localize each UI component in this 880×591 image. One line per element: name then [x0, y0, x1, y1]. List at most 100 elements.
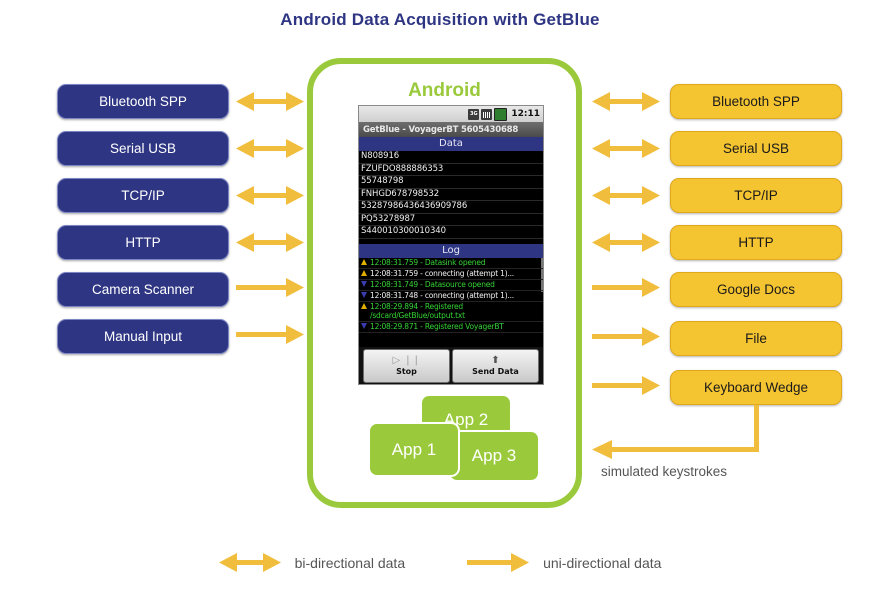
arrow-bi-directional-icon — [236, 92, 304, 111]
arrow-bi-directional-icon — [218, 553, 281, 572]
node-label: HTTP — [738, 235, 774, 250]
arrow-uni-directional-icon — [467, 553, 530, 572]
app-box-3[interactable]: App 3 — [448, 430, 540, 482]
left-node-manual-input[interactable]: Manual Input — [57, 319, 229, 354]
node-label: File — [745, 331, 767, 346]
arrow-bi-directional-icon — [236, 233, 304, 252]
upload-icon: ⬆ — [491, 354, 500, 366]
log-text: 12:08:31.759 - Datasink opened — [370, 257, 486, 267]
log-row: 12:08:29.871 - Registered VoyagerBT — [359, 322, 543, 333]
signal-icon — [481, 108, 493, 120]
data-row: S440010300010340 — [359, 226, 543, 239]
log-list[interactable]: 12:08:31.759 - Datasink opened 12:08:31.… — [359, 257, 543, 333]
arrow-bi-directional-icon — [592, 139, 660, 158]
arrow-uni-directional-icon — [592, 376, 660, 395]
button-label: Stop — [396, 366, 417, 376]
node-label: Keyboard Wedge — [703, 380, 809, 395]
android-status-bar: 3G 12:11 — [359, 106, 543, 122]
arrow-uni-directional-icon — [592, 327, 660, 346]
log-marker-down-icon — [361, 281, 367, 287]
right-node-google-docs[interactable]: Google Docs — [670, 272, 842, 307]
log-text: 12:08:31.759 - connecting (attempt 1)... — [370, 268, 514, 278]
android-device-panel: Android 3G 12:11 GetBlue - VoyagerBT 560… — [307, 58, 582, 508]
simulated-keystrokes-label: simulated keystrokes — [601, 464, 728, 479]
node-label: Google Docs — [716, 282, 796, 297]
log-marker-down-icon — [361, 292, 367, 298]
legend: bi-directional data uni-directional data — [0, 552, 880, 574]
data-list[interactable]: N808916 FZUFDO888886353 55748798 FNHGD67… — [359, 151, 543, 239]
right-node-file[interactable]: File — [670, 321, 842, 356]
node-label: Serial USB — [722, 141, 790, 156]
data-section-header: Data — [359, 137, 543, 151]
data-row: 55748798 — [359, 176, 543, 189]
node-label: Bluetooth SPP — [99, 94, 187, 109]
data-row: PQ53278987 — [359, 214, 543, 226]
status-bar-time: 12:11 — [511, 109, 540, 119]
android-panel-title: Android — [408, 80, 481, 101]
log-row: 12:08:31.749 - Datasource opened — [359, 280, 543, 291]
log-text: 12:08:29.871 - Registered VoyagerBT — [370, 321, 504, 331]
phone-button-bar: ▷ ❘❘ Stop ⬆ Send Data — [359, 347, 543, 384]
legend-item-bi-directional: bi-directional data — [218, 552, 406, 574]
log-row: 12:08:31.759 - connecting (attempt 1)... — [359, 269, 543, 280]
app-label: App 1 — [391, 439, 437, 459]
node-label: Camera Scanner — [91, 282, 195, 297]
log-section-header: Log — [359, 243, 543, 258]
right-arrows-group — [592, 92, 660, 395]
phone-screenshot: 3G 12:11 GetBlue - VoyagerBT 5605430688 … — [358, 105, 544, 385]
left-node-camera-scanner[interactable]: Camera Scanner — [57, 272, 229, 307]
node-label: TCP/IP — [121, 188, 165, 203]
right-node-serial-usb[interactable]: Serial USB — [670, 131, 842, 166]
stop-button[interactable]: ▷ ❘❘ Stop — [363, 348, 450, 383]
right-node-bluetooth-spp[interactable]: Bluetooth SPP — [670, 84, 842, 119]
play-pause-icon: ▷ ❘❘ — [392, 354, 421, 366]
right-node-tcp-ip[interactable]: TCP/IP — [670, 178, 842, 213]
arrow-uni-directional-icon — [592, 278, 660, 297]
data-row: FZUFDO888886353 — [359, 164, 543, 176]
node-label: Bluetooth SPP — [712, 94, 800, 109]
left-node-http[interactable]: HTTP — [57, 225, 229, 260]
data-row: FNHGD678798532 — [359, 189, 543, 201]
legend-item-uni-directional: uni-directional data — [467, 552, 661, 574]
log-marker-up-icon — [361, 270, 367, 276]
node-label: Serial USB — [109, 141, 177, 156]
log-marker-up-icon — [361, 303, 367, 309]
left-node-tcp-ip[interactable]: TCP/IP — [57, 178, 229, 213]
3g-icon: 3G — [468, 108, 480, 120]
app-stack: App 2 App 3 App 1 — [368, 394, 543, 489]
page-title: Android Data Acquisition with GetBlue — [280, 10, 600, 29]
right-node-keyboard-wedge[interactable]: Keyboard Wedge — [670, 370, 842, 405]
log-row: 12:08:31.748 - connecting (attempt 1)... — [359, 291, 543, 302]
app-label: App 3 — [471, 446, 517, 465]
log-text: 12:08:31.748 - connecting (attempt 1)... — [370, 290, 514, 300]
legend-label: uni-directional data — [543, 555, 662, 571]
log-text: 12:08:29.894 - Registered /sdcard/GetBlu… — [370, 301, 465, 321]
left-node-bluetooth-spp[interactable]: Bluetooth SPP — [57, 84, 229, 119]
arrow-uni-directional-icon — [236, 278, 304, 297]
app-box-1[interactable]: App 1 — [368, 422, 460, 477]
node-label: HTTP — [125, 235, 161, 250]
log-row: 12:08:31.759 - Datasink opened — [359, 258, 543, 269]
arrow-bi-directional-icon — [592, 233, 660, 252]
left-node-serial-usb[interactable]: Serial USB — [57, 131, 229, 166]
log-row: 12:08:29.894 - Registered /sdcard/GetBlu… — [359, 302, 543, 322]
node-label: TCP/IP — [734, 188, 778, 203]
button-label: Send Data — [472, 366, 519, 376]
data-row: N808916 — [359, 151, 543, 164]
arrow-bi-directional-icon — [592, 92, 660, 111]
send-data-button[interactable]: ⬆ Send Data — [452, 348, 539, 383]
app-title-bar: GetBlue - VoyagerBT 5605430688 — [359, 122, 543, 137]
node-label: Manual Input — [103, 329, 183, 344]
keystroke-return-arrow-icon — [592, 405, 759, 459]
arrow-bi-directional-icon — [592, 186, 660, 205]
log-text: 12:08:31.749 - Datasource opened — [370, 279, 495, 289]
arrow-bi-directional-icon — [236, 186, 304, 205]
arrow-uni-directional-icon — [236, 325, 304, 344]
log-marker-down-icon — [361, 323, 367, 329]
log-marker-up-icon — [361, 259, 367, 265]
legend-label: bi-directional data — [294, 555, 406, 571]
battery-icon — [494, 107, 508, 121]
data-row: 53287986436436909786 — [359, 201, 543, 214]
left-arrows-group — [236, 92, 304, 344]
right-node-http[interactable]: HTTP — [670, 225, 842, 260]
